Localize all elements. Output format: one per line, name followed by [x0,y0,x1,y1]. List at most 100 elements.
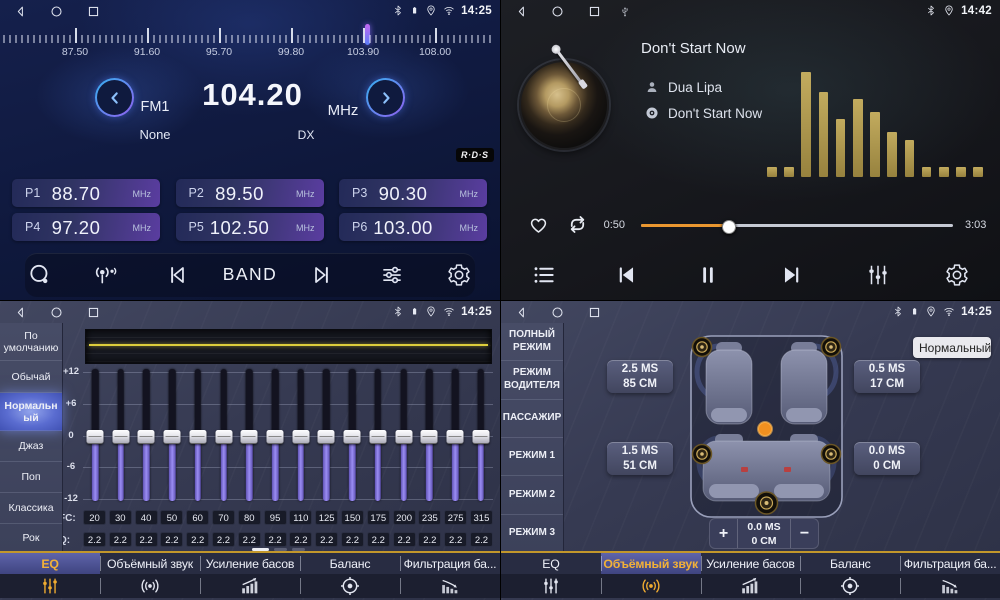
radio-preset-P2[interactable]: P289.50MHz [176,179,324,207]
fc-value[interactable]: 95 [264,510,287,525]
fc-value[interactable]: 315 [470,510,493,525]
broadcast-icon[interactable] [92,262,118,288]
mode-6[interactable]: РЕЖИМ 3 [501,515,563,553]
eq-preset-3[interactable]: Нормальный [0,393,62,431]
q-value[interactable]: 2.2 [444,532,467,547]
eq-band-slider[interactable] [237,369,261,501]
speaker-rear-left-icon[interactable] [693,445,712,464]
nav-recents-icon[interactable] [86,305,101,320]
settings-icon[interactable] [944,262,970,288]
tab-eqsliders-icon-cell[interactable] [501,574,601,598]
eq-band-slider[interactable] [212,369,236,501]
q-value[interactable]: 2.2 [341,532,364,547]
mode-5[interactable]: РЕЖИМ 2 [501,476,563,514]
settings-icon[interactable] [446,262,472,288]
eq-slider-knob[interactable] [344,430,361,444]
eq-band-slider[interactable] [366,369,390,501]
speaker-front-right-icon[interactable] [822,338,841,357]
speaker-rear-right-icon[interactable] [822,445,841,464]
fc-value[interactable]: 150 [341,510,364,525]
q-value[interactable]: 2.2 [186,532,209,547]
eq-band-slider[interactable] [263,369,287,501]
tab-filter[interactable]: Фильтрация ба... [900,553,1000,574]
q-value[interactable]: 2.2 [264,532,287,547]
fc-value[interactable]: 175 [367,510,390,525]
eq-slider-knob[interactable] [87,430,104,444]
fc-value[interactable]: 50 [160,510,183,525]
fc-value[interactable]: 200 [393,510,416,525]
nav-back-icon[interactable] [13,305,28,320]
radio-preset-P6[interactable]: P6103.00MHz [339,213,487,241]
pause-icon[interactable] [695,262,721,288]
fc-value[interactable]: 60 [186,510,209,525]
favorite-button[interactable] [527,213,550,236]
nav-back-icon[interactable] [514,305,529,320]
fc-value[interactable]: 40 [135,510,158,525]
tab-balance[interactable]: Баланс [800,553,900,574]
tab-eqsliders-icon-cell[interactable] [0,574,100,598]
eq-preset-6[interactable]: Классика [0,493,62,524]
fc-value[interactable]: 110 [289,510,312,525]
progress-knob[interactable] [722,220,736,234]
eq-preset-1[interactable]: По умолчанию [0,323,62,361]
eq-slider-knob[interactable] [421,430,438,444]
eq-band-slider[interactable] [340,369,364,501]
eq-band-slider[interactable] [469,369,493,501]
q-value[interactable]: 2.2 [135,532,158,547]
mode-2[interactable]: РЕЖИМ ВОДИТЕЛЯ [501,361,563,399]
band-button[interactable]: BAND [212,264,288,285]
tab-balance-icon-cell[interactable] [800,574,900,598]
mode-3[interactable]: ПАССАЖИР [501,400,563,438]
eq-band-slider[interactable] [109,369,133,501]
eq-preset-5[interactable]: Поп [0,462,62,493]
tab-balance[interactable]: Баланс [300,553,400,574]
nav-home-icon[interactable] [49,4,64,19]
eq-slider-knob[interactable] [215,430,232,444]
fc-value[interactable]: 70 [212,510,235,525]
delay-rear-left-button[interactable]: 1.5 MS 51 CM [607,442,673,475]
delay-rear-right-button[interactable]: 0.0 MS 0 CM [854,442,920,475]
q-value[interactable]: 2.2 [83,532,106,547]
nav-back-icon[interactable] [13,4,28,19]
mode-1[interactable]: ПОЛНЫЙ РЕЖИМ [501,323,563,361]
tab-bass[interactable]: Усиление басов [701,553,801,574]
eq-slider-knob[interactable] [447,430,464,444]
tab-bass[interactable]: Усиление басов [200,553,300,574]
previous-track-icon[interactable] [613,262,639,288]
eq-band-slider[interactable] [392,369,416,501]
tab-surround-icon-cell[interactable] [100,574,200,598]
eq-band-slider[interactable] [83,369,107,501]
nav-recents-icon[interactable] [86,4,101,19]
tab-surround[interactable]: Объёмный звук [601,553,701,574]
tab-balance-icon-cell[interactable] [300,574,400,598]
nav-home-icon[interactable] [49,305,64,320]
eq-slider-knob[interactable] [395,430,412,444]
scan-icon[interactable] [27,262,53,288]
tab-bass-icon-cell[interactable] [200,574,300,598]
q-value[interactable]: 2.2 [289,532,312,547]
seek-previous-icon[interactable] [164,262,190,288]
q-value[interactable]: 2.2 [160,532,183,547]
radio-preset-P5[interactable]: P5102.50MHz [176,213,324,241]
eq-slider-knob[interactable] [292,430,309,444]
q-value[interactable]: 2.2 [367,532,390,547]
profile-button[interactable]: Нормальный [913,337,991,358]
eq-band-slider[interactable] [289,369,313,501]
fc-value[interactable]: 235 [418,510,441,525]
eq-slider-knob[interactable] [164,430,181,444]
fc-value[interactable]: 30 [109,510,132,525]
tab-bass-icon-cell[interactable] [701,574,801,598]
fc-value[interactable]: 20 [83,510,106,525]
tab-filter[interactable]: Фильтрация ба... [400,553,500,574]
radio-preset-P4[interactable]: P497.20MHz [12,213,160,241]
eq-preset-4[interactable]: Джаз [0,431,62,462]
delay-front-right-button[interactable]: 0.5 MS 17 CM [854,360,920,393]
seek-next-icon[interactable] [309,262,335,288]
audio-settings-icon[interactable] [379,262,405,288]
tune-up-button[interactable] [366,78,405,117]
eq-slider-knob[interactable] [369,430,386,444]
eq-slider-knob[interactable] [112,430,129,444]
fc-value[interactable]: 125 [315,510,338,525]
eq-band-slider[interactable] [314,369,338,501]
q-value[interactable]: 2.2 [212,532,235,547]
